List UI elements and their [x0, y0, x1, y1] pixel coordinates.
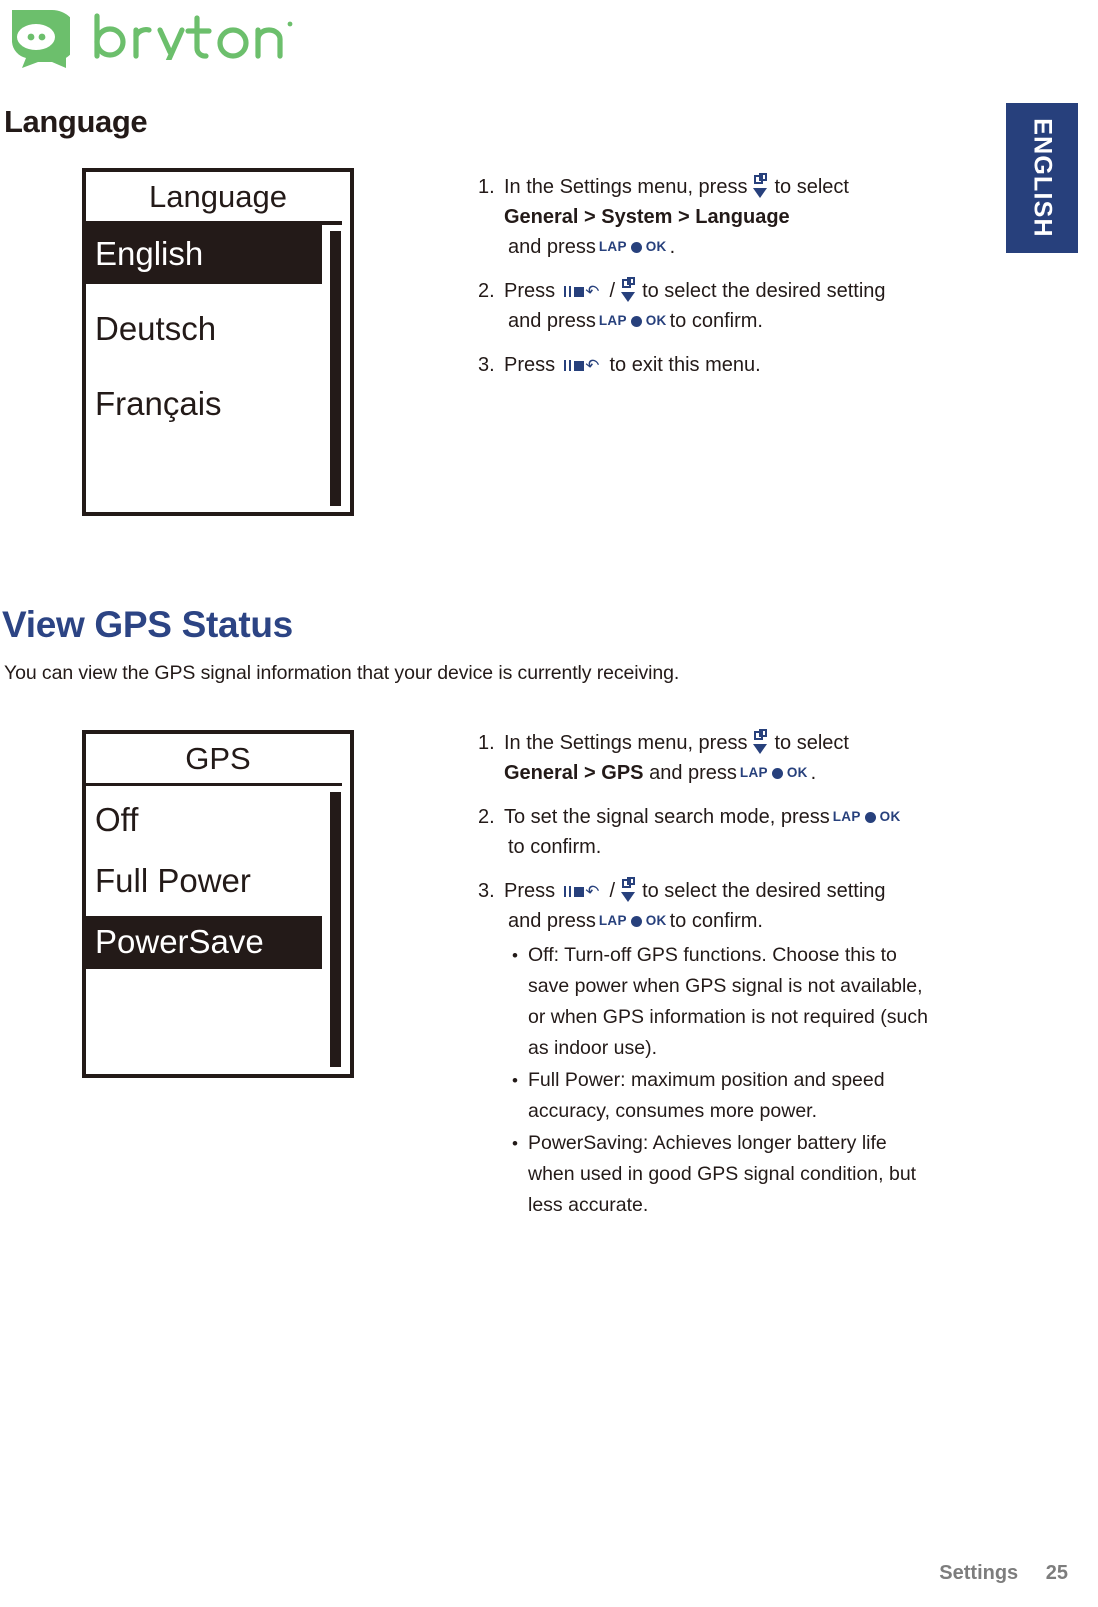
step-text: In the Settings menu, press to select Gen… — [504, 728, 978, 788]
pause-stop-back-button-icon: ↷ — [563, 282, 601, 301]
step-item: 2. To set the signal search mode, press L… — [478, 802, 978, 862]
pause-stop-back-button-icon: ↷ — [563, 882, 601, 901]
bullet-dot-icon: • — [512, 1071, 518, 1090]
language-edge-tab: ENGLISH — [1006, 103, 1078, 253]
lap-ok-button-icon: LAP OK — [599, 306, 667, 336]
ok-label: OK — [645, 913, 667, 928]
ok-label: OK — [879, 809, 901, 824]
step-number: 3. — [478, 880, 495, 902]
step-number: 1. — [478, 176, 495, 198]
bullet-text: Off: Turn-off GPS functions. Choose this… — [528, 944, 928, 1059]
list-item: • Full Power: maximum position and speed… — [502, 1065, 978, 1127]
step-path-breadcrumb: General > System > Language — [504, 206, 790, 228]
device-scrollbar[interactable] — [330, 792, 341, 1067]
device-list-item[interactable]: Off — [86, 794, 350, 847]
bryton-leaf-logo-icon — [8, 8, 78, 68]
device-screen-title-gps: GPS — [185, 741, 251, 776]
step-number: 2. — [478, 806, 495, 828]
ok-label: OK — [645, 239, 667, 254]
step-item: 2. Press ↷ / to select the desired settin… — [478, 276, 978, 336]
step-text: To set the signal search mode, press LAP O… — [504, 802, 978, 862]
gps-intro-text: You can view the GPS signal information … — [4, 662, 680, 684]
language-edge-tab-label: ENGLISH — [1028, 118, 1057, 238]
step-item: 1. In the Settings menu, press to select … — [478, 728, 978, 788]
device-list-item[interactable]: Français — [86, 375, 350, 434]
lap-label: LAP — [598, 313, 627, 328]
page-down-button-icon — [751, 729, 769, 755]
brand-logo — [8, 6, 304, 70]
lap-label: LAP — [598, 913, 627, 928]
lap-ok-button-icon: LAP OK — [740, 758, 808, 788]
knob-icon — [864, 811, 876, 823]
step-number: 1. — [478, 732, 495, 754]
instruction-steps-language: 1. In the Settings menu, press to select … — [478, 172, 978, 394]
device-list-item-selected[interactable]: English — [86, 225, 322, 284]
knob-icon — [771, 767, 783, 779]
page-title-gps: View GPS Status — [2, 604, 293, 645]
lap-ok-button-icon: LAP OK — [599, 232, 667, 262]
page-footer: Settings 25 — [939, 1562, 1068, 1585]
lap-label: LAP — [832, 809, 861, 824]
page-down-button-icon — [751, 173, 769, 199]
step-text: Press ↷ to exit this menu. — [504, 354, 761, 376]
device-list-item[interactable]: Full Power — [86, 855, 350, 908]
device-screen-title-language: Language — [149, 179, 287, 214]
lap-ok-button-icon: LAP OK — [599, 906, 667, 936]
device-list-item[interactable]: Deutsch — [86, 300, 350, 359]
device-screen-list-gps: Off Full Power PowerSave — [86, 786, 350, 1069]
device-screen-gps: GPS Off Full Power PowerSave — [82, 730, 354, 1078]
ok-label: OK — [786, 765, 808, 780]
step-number: 3. — [478, 354, 495, 376]
device-list-item-selected[interactable]: PowerSave — [86, 916, 322, 969]
step-path-breadcrumb: General > GPS — [504, 762, 644, 784]
knob-icon — [630, 915, 642, 927]
pause-stop-back-button-icon: ↷ — [563, 356, 601, 375]
lap-label: LAP — [598, 239, 627, 254]
step-text: Press ↷ / to select the desired setting a… — [504, 876, 978, 936]
device-scrollbar[interactable] — [330, 231, 341, 506]
step-text: In the Settings menu, press to select Gen… — [504, 172, 978, 262]
device-screen-list-language: English Deutsch Français — [86, 225, 350, 508]
bryton-wordmark — [92, 12, 304, 69]
knob-icon — [630, 315, 642, 327]
step-item: 3. Press ↷ / to select the desired settin… — [478, 876, 978, 936]
lap-ok-button-icon: LAP OK — [833, 802, 901, 832]
step-item: 3. Press ↷ to exit this menu. — [478, 350, 978, 380]
knob-icon — [630, 241, 642, 253]
footer-page-number: 25 — [1045, 1562, 1068, 1584]
list-item: • PowerSaving: Achieves longer battery l… — [502, 1128, 978, 1221]
footer-chapter: Settings — [939, 1562, 1019, 1584]
bullet-text: Full Power: maximum position and speed a… — [528, 1069, 885, 1122]
list-item: • Off: Turn-off GPS functions. Choose th… — [502, 940, 978, 1064]
instruction-steps-gps: 1. In the Settings menu, press to select … — [478, 728, 978, 1222]
page-down-button-icon — [619, 877, 637, 903]
gps-mode-bullet-list: • Off: Turn-off GPS functions. Choose th… — [502, 940, 978, 1221]
bullet-text: PowerSaving: Achieves longer battery lif… — [528, 1132, 917, 1216]
bullet-dot-icon: • — [512, 1134, 518, 1153]
step-number: 2. — [478, 280, 495, 302]
lap-label: LAP — [739, 765, 768, 780]
page-title-language: Language — [4, 104, 148, 139]
bullet-dot-icon: • — [512, 946, 518, 965]
device-screen-language: Language English Deutsch Français — [82, 168, 354, 516]
step-item: 1. In the Settings menu, press to select … — [478, 172, 978, 262]
step-text: Press ↷ / to select the desired setting a… — [504, 276, 978, 336]
page-down-button-icon — [619, 277, 637, 303]
ok-label: OK — [645, 313, 667, 328]
